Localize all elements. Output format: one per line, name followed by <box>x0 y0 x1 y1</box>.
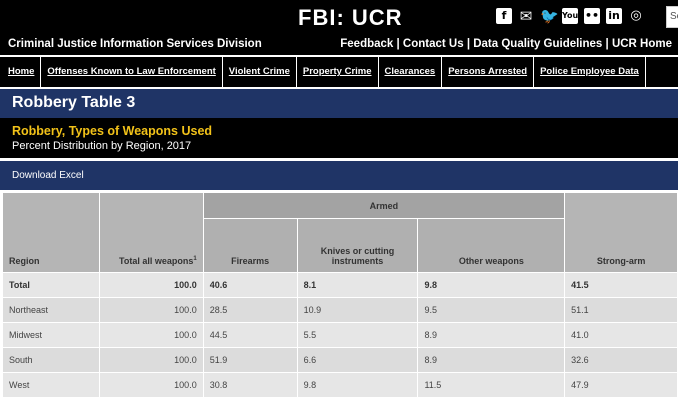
cell-firearms: 40.6 <box>202 272 298 298</box>
cell-region: West <box>2 372 100 398</box>
contact-us-link[interactable]: Contact Us <box>403 38 464 50</box>
header-strong-arm: Strong-arm <box>564 192 678 273</box>
nav-item-persons-arrested[interactable]: Persons Arrested <box>442 57 535 87</box>
download-bar: Download Excel <box>0 161 678 190</box>
cell-other: 9.5 <box>417 297 566 323</box>
cell-knives: 6.6 <box>296 347 419 373</box>
division-bar: Criminal Justice Information Services Di… <box>0 36 678 55</box>
cell-knives: 9.8 <box>296 372 419 398</box>
download-excel-link[interactable]: Download Excel <box>12 170 84 181</box>
header-region: Region <box>2 192 100 273</box>
cell-firearms: 51.9 <box>202 347 298 373</box>
table-row: Northeast 100.0 28.5 10.9 9.5 51.1 <box>2 297 678 323</box>
cell-other: 11.5 <box>417 372 566 398</box>
header-other-weapons: Other weapons <box>417 218 566 273</box>
cell-other: 8.9 <box>417 322 566 348</box>
social-icons: f ✉ 🐦 You •• in ◎ <box>496 8 644 24</box>
table-row: South 100.0 51.9 6.6 8.9 32.6 <box>2 347 678 373</box>
header-armed: Armed <box>202 192 566 219</box>
search-input[interactable]: Se <box>666 6 678 28</box>
instagram-icon[interactable]: ◎ <box>628 8 644 24</box>
table-description: Percent Distribution by Region, 2017 <box>12 140 192 152</box>
page-title: Robbery Table 3 <box>12 94 136 111</box>
facebook-icon[interactable]: f <box>496 8 512 24</box>
header-total-weapons: Total all weapons1 <box>98 192 204 273</box>
table-subtitle: Robbery, Types of Weapons Used <box>12 124 213 138</box>
site-title[interactable]: FBI: UCR <box>298 5 403 31</box>
cell-strong-arm: 32.6 <box>564 347 678 373</box>
twitter-icon[interactable]: 🐦 <box>540 8 559 24</box>
email-icon[interactable]: ✉ <box>518 8 534 24</box>
header-knives: Knives or cutting instruments <box>296 218 419 273</box>
cell-strong-arm: 51.1 <box>564 297 678 323</box>
table-row: Total 100.0 40.6 8.1 9.8 41.5 <box>2 272 678 298</box>
ucr-home-link[interactable]: UCR Home <box>612 38 672 50</box>
link-separator: | <box>602 38 612 50</box>
cell-other: 8.9 <box>417 347 566 373</box>
cell-strong-arm: 41.0 <box>564 322 678 348</box>
cell-strong-arm: 47.9 <box>564 372 678 398</box>
cell-knives: 8.1 <box>296 272 419 298</box>
linkedin-icon[interactable]: in <box>606 8 622 24</box>
footnote-marker: 1 <box>193 256 197 262</box>
cell-total: 100.0 <box>98 347 204 373</box>
utility-links: Feedback | Contact Us | Data Quality Gui… <box>340 38 672 50</box>
main-nav: Home Offenses Known to Law Enforcement V… <box>0 57 678 87</box>
header-firearms: Firearms <box>202 218 298 273</box>
flickr-icon[interactable]: •• <box>584 8 600 24</box>
cell-total: 100.0 <box>98 272 204 298</box>
cell-region: South <box>2 347 100 373</box>
nav-item-offenses[interactable]: Offenses Known to Law Enforcement <box>41 57 223 87</box>
cell-knives: 5.5 <box>296 322 419 348</box>
link-separator: | <box>463 38 474 50</box>
cell-knives: 10.9 <box>296 297 419 323</box>
cell-strong-arm: 41.5 <box>564 272 678 298</box>
nav-item-home[interactable]: Home <box>0 57 42 87</box>
cell-region: Total <box>2 272 100 298</box>
nav-item-police-employee[interactable]: Police Employee Data <box>534 57 646 87</box>
table-title-bar: Robbery Table 3 <box>0 89 678 118</box>
cell-total: 100.0 <box>98 297 204 323</box>
cell-firearms: 30.8 <box>202 372 298 398</box>
robbery-table: Region Total all weapons1 Armed Strong-a… <box>2 192 678 398</box>
feedback-link[interactable]: Feedback <box>340 38 393 50</box>
table-row: West 100.0 30.8 9.8 11.5 47.9 <box>2 372 678 398</box>
cell-region: Northeast <box>2 297 100 323</box>
cell-total: 100.0 <box>98 322 204 348</box>
cell-firearms: 28.5 <box>202 297 298 323</box>
cell-firearms: 44.5 <box>202 322 298 348</box>
header-total-weapons-label: Total all weapons <box>119 256 194 266</box>
top-header: FBI: UCR f ✉ 🐦 You •• in ◎ Se <box>0 0 678 36</box>
division-name[interactable]: Criminal Justice Information Services Di… <box>8 38 262 50</box>
youtube-icon[interactable]: You <box>562 8 578 24</box>
subtitle-block: Robbery, Types of Weapons Used Percent D… <box>0 118 678 158</box>
nav-item-property-crime[interactable]: Property Crime <box>297 57 379 87</box>
cell-total: 100.0 <box>98 372 204 398</box>
nav-item-violent-crime[interactable]: Violent Crime <box>223 57 297 87</box>
nav-item-clearances[interactable]: Clearances <box>379 57 443 87</box>
link-separator: | <box>393 38 403 50</box>
cell-region: Midwest <box>2 322 100 348</box>
data-quality-link[interactable]: Data Quality Guidelines <box>473 38 602 50</box>
table-row: Midwest 100.0 44.5 5.5 8.9 41.0 <box>2 322 678 348</box>
cell-other: 9.8 <box>417 272 566 298</box>
